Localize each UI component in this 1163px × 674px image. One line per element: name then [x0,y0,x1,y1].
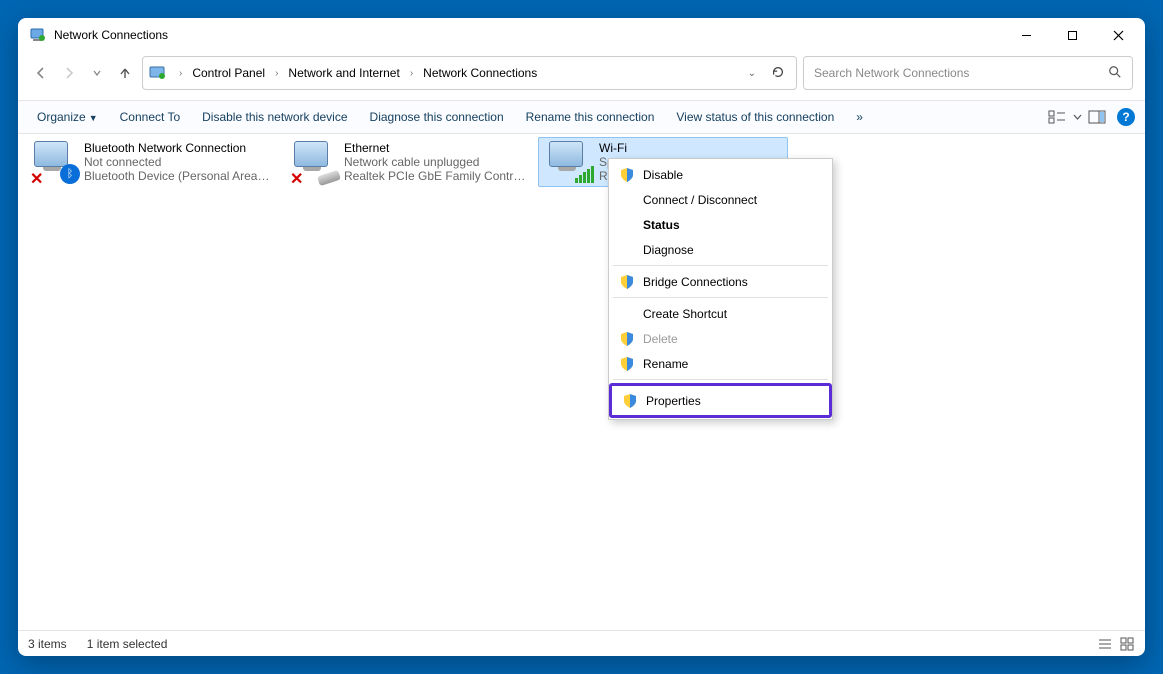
connection-status: Network cable unplugged [344,155,530,169]
breadcrumb[interactable]: › Control Panel › Network and Internet ›… [142,56,797,90]
chevron-right-icon: › [179,68,182,79]
search-input[interactable] [814,66,1108,80]
ctx-label: Disable [643,168,683,182]
ctx-label: Properties [646,394,701,408]
command-bar: Organize▼ Connect To Disable this networ… [18,100,1145,134]
ctx-label: Create Shortcut [643,307,727,321]
cable-icon [317,170,341,186]
shield-icon [619,331,635,347]
disconnected-x-icon: ✕ [30,169,44,183]
ctx-label: Delete [643,332,678,346]
shield-icon [619,274,635,290]
close-button[interactable] [1095,18,1141,52]
help-button[interactable]: ? [1117,108,1135,126]
cmd-disable-device[interactable]: Disable this network device [193,106,356,128]
ethernet-adapter-icon: ✕ [288,141,336,181]
shield-icon [619,167,635,183]
cmd-rename[interactable]: Rename this connection [517,106,664,128]
control-panel-icon [149,64,167,82]
view-dropdown[interactable] [1071,107,1083,127]
crumb-control-panel[interactable]: Control Panel [188,63,269,83]
refresh-button[interactable] [766,65,790,82]
details-view-button[interactable] [1097,636,1113,652]
shield-icon [622,393,638,409]
minimize-button[interactable] [1003,18,1049,52]
breadcrumb-dropdown[interactable]: ⌄ [748,68,756,79]
connection-device: Bluetooth Device (Personal Area ... [84,169,270,183]
status-selected-count: 1 item selected [87,637,168,651]
chevron-right-icon: › [410,68,413,79]
ctx-label: Diagnose [643,243,694,257]
ctx-disable[interactable]: Disable [611,162,830,187]
ctx-label: Connect / Disconnect [643,193,757,207]
shield-icon [619,356,635,372]
connection-name: Ethernet [344,141,530,155]
ctx-label: Bridge Connections [643,275,748,289]
nav-row: › Control Panel › Network and Internet ›… [18,52,1145,100]
up-button[interactable] [114,62,136,84]
network-connections-window: Network Connections › Control Panel › Ne… [18,18,1145,656]
connection-bluetooth[interactable]: ✕ ᛒ Bluetooth Network Connection Not con… [24,138,274,186]
search-box[interactable] [803,56,1133,90]
bluetooth-icon: ᛒ [60,164,80,184]
search-icon[interactable] [1108,65,1122,82]
ctx-label: Rename [643,357,688,371]
connection-status: Not connected [84,155,270,169]
wifi-adapter-icon [543,141,591,181]
ctx-create-shortcut[interactable]: Create Shortcut [611,301,830,326]
connection-ethernet[interactable]: ✕ Ethernet Network cable unplugged Realt… [284,138,534,186]
status-bar: 3 items 1 item selected [18,630,1145,656]
cmd-organize[interactable]: Organize▼ [28,106,107,128]
ctx-connect-disconnect[interactable]: Connect / Disconnect [611,187,830,212]
context-menu: Disable Connect / Disconnect Status Diag… [608,158,833,420]
back-button[interactable] [30,62,52,84]
ctx-status[interactable]: Status [611,212,830,237]
titlebar: Network Connections [18,18,1145,52]
app-icon [30,27,46,43]
ctx-diagnose[interactable]: Diagnose [611,237,830,262]
maximize-button[interactable] [1049,18,1095,52]
cmd-overflow[interactable]: » [847,106,872,128]
disconnected-x-icon: ✕ [290,169,304,183]
preview-pane-button[interactable] [1087,107,1107,127]
ctx-delete: Delete [611,326,830,351]
status-item-count: 3 items [28,637,67,651]
connection-device: Realtek PCIe GbE Family Controller [344,169,530,183]
cmd-connect-to[interactable]: Connect To [111,106,190,128]
window-title: Network Connections [54,28,1003,42]
recent-dropdown[interactable] [86,62,108,84]
ctx-properties-highlight: Properties [609,383,832,418]
large-icons-view-button[interactable] [1119,636,1135,652]
ctx-label: Status [643,218,680,232]
ctx-bridge[interactable]: Bridge Connections [611,269,830,294]
ctx-rename[interactable]: Rename [611,351,830,376]
signal-bars-icon [575,166,594,183]
connection-name: Wi-Fi [599,141,627,155]
chevron-right-icon: › [275,68,278,79]
cmd-view-status[interactable]: View status of this connection [667,106,843,128]
ctx-properties[interactable]: Properties [614,388,827,413]
cmd-diagnose[interactable]: Diagnose this connection [361,106,513,128]
connections-area[interactable]: ✕ ᛒ Bluetooth Network Connection Not con… [18,134,1145,630]
crumb-network-connections[interactable]: Network Connections [419,63,541,83]
view-options-button[interactable] [1047,107,1067,127]
connection-name: Bluetooth Network Connection [84,141,270,155]
forward-button[interactable] [58,62,80,84]
crumb-network-internet[interactable]: Network and Internet [284,63,403,83]
bluetooth-adapter-icon: ✕ ᛒ [28,141,76,181]
